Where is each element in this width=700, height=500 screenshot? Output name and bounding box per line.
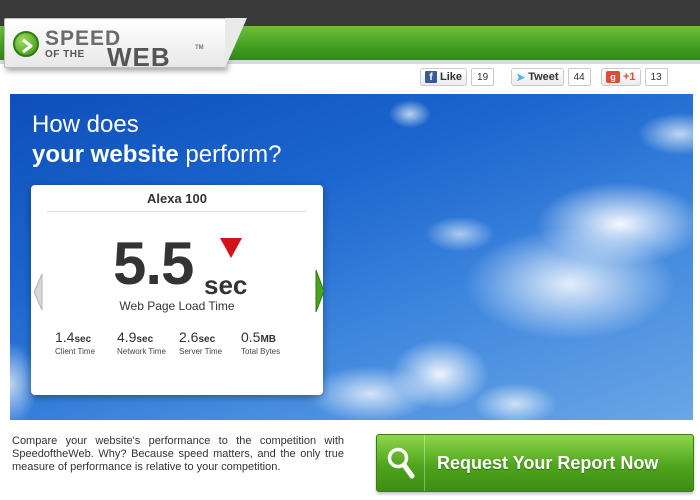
logo[interactable]: SPEED OF THE WEB TM <box>4 18 247 70</box>
plus-one-count: 13 <box>644 68 668 86</box>
metric-unit: sec <box>136 334 154 345</box>
load-time-label: Web Page Load Time <box>119 299 235 313</box>
logo-web: WEB <box>107 42 171 72</box>
metric-number: 0.5 <box>241 329 261 345</box>
google-plus-icon: g <box>606 71 620 83</box>
logo-chevron-icon <box>13 31 39 57</box>
metric-unit: MB <box>260 334 277 345</box>
facebook-like-count: 19 <box>471 68 495 86</box>
benchmark-card: Alexa 100 5.5 sec Web Page Load Time 1.4… <box>31 185 323 395</box>
page: SPEED OF THE WEB TM f Like 19 ➤ Tweet 44… <box>0 0 700 500</box>
metric-value: 1.4sec <box>55 329 117 345</box>
logo-wordmark: SPEED OF THE WEB TM <box>45 28 204 70</box>
metric-number: 2.6 <box>179 329 199 345</box>
tweet-button[interactable]: ➤ Tweet <box>511 68 564 86</box>
load-time-value: 5.5 <box>113 230 194 297</box>
metric-label: Total Bytes <box>241 347 281 356</box>
metric-label: Server Time <box>179 347 223 356</box>
metrics-row: 1.4sec Client Time 4.9sec Network Time 2… <box>55 329 305 356</box>
hero-headline-bold: your website <box>32 141 179 168</box>
metric-total-bytes: 0.5MB Total Bytes <box>241 329 303 356</box>
metric-label: Client Time <box>55 347 96 356</box>
metric-unit: sec <box>74 334 92 345</box>
metric-value: 4.9sec <box>117 329 179 345</box>
search-icon <box>377 435 425 491</box>
metric-number: 4.9 <box>117 329 137 345</box>
facebook-like-label: Like <box>440 71 463 83</box>
hero-banner: How does your website perform? Alexa 100… <box>10 94 693 420</box>
metric-network-time: 4.9sec Network Time <box>117 329 179 356</box>
google-plus-one: g +1 13 <box>601 68 668 86</box>
hero-headline-line1: How does <box>32 111 139 138</box>
intro-paragraph: Compare your website's performance to th… <box>12 435 344 473</box>
plus-one-button[interactable]: g +1 <box>601 68 641 86</box>
carousel-prev-button[interactable] <box>33 272 43 312</box>
metric-unit: sec <box>198 334 216 345</box>
request-report-label: Request Your Report Now <box>437 452 659 473</box>
tweet-label: Tweet <box>528 71 559 83</box>
facebook-like: f Like 19 <box>420 68 495 86</box>
metric-value: 0.5MB <box>241 329 303 345</box>
twitter-tweet: ➤ Tweet 44 <box>511 68 591 86</box>
metric-client-time: 1.4sec Client Time <box>55 329 117 356</box>
facebook-icon: f <box>425 71 437 83</box>
card-divider <box>47 211 307 212</box>
metric-server-time: 2.6sec Server Time <box>179 329 241 356</box>
carousel-next-button[interactable] <box>315 268 325 314</box>
logo-ofthe: OF THE <box>45 49 85 60</box>
trend-down-icon <box>220 238 242 258</box>
hero-headline-line2: your website perform? <box>32 140 281 170</box>
metric-value: 2.6sec <box>179 329 241 345</box>
request-report-button[interactable]: Request Your Report Now <box>376 434 694 492</box>
twitter-icon: ➤ <box>516 71 526 84</box>
hero-headline-rest: perform? <box>178 141 282 168</box>
tweet-count: 44 <box>567 68 591 86</box>
facebook-like-button[interactable]: f Like <box>420 68 468 86</box>
logo-trademark: TM <box>195 45 204 51</box>
load-time-unit: sec <box>204 270 248 300</box>
metric-label: Network Time <box>117 347 166 356</box>
metric-number: 1.4 <box>55 329 75 345</box>
card-title: Alexa 100 <box>147 191 207 206</box>
plus-one-label: +1 <box>623 71 636 83</box>
